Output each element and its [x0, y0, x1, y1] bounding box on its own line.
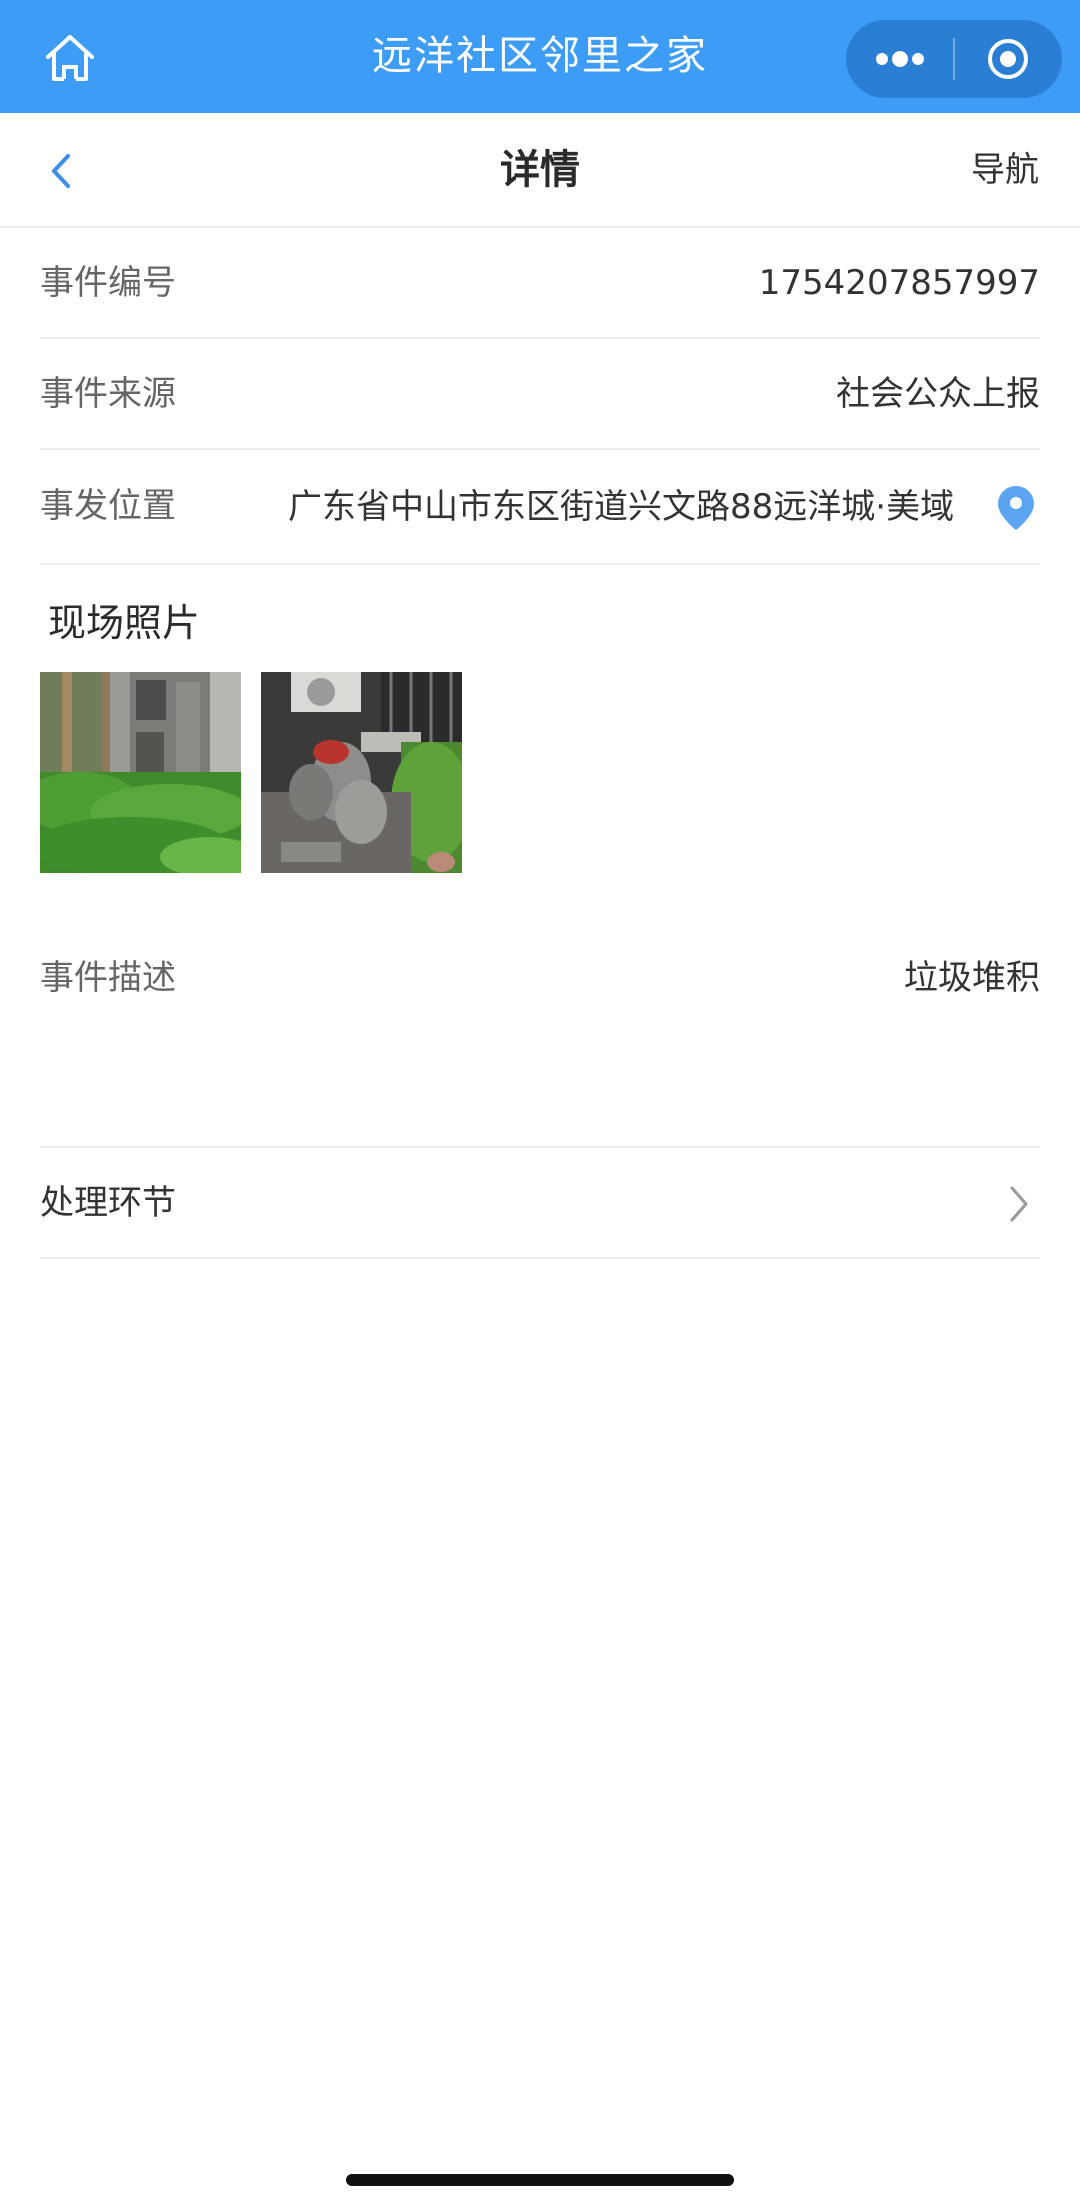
chevron-right-icon	[1010, 1186, 1028, 1222]
photos-section-title: 现场照片	[48, 601, 201, 645]
process-label: 处理环节	[40, 1183, 176, 1223]
event-source-value: 社会公众上报	[836, 374, 1040, 414]
page-title: 详情	[500, 147, 580, 193]
event-location-label: 事发位置	[40, 486, 176, 526]
event-description-row: 事件描述 垃圾堆积	[40, 920, 1040, 1148]
home-indicator[interactable]	[346, 2174, 734, 2186]
close-button[interactable]	[954, 20, 1062, 98]
event-location-row[interactable]: 事发位置 广东省中山市东区街道兴文路88远洋城·美域	[40, 450, 1040, 565]
event-description-value: 垃圾堆积	[904, 958, 1040, 998]
event-description-label: 事件描述	[40, 958, 176, 998]
photo-image-2	[261, 672, 462, 873]
photo-image-1	[40, 672, 241, 873]
event-number-label: 事件编号	[40, 263, 176, 303]
event-source-row: 事件来源 社会公众上报	[40, 339, 1040, 450]
event-location-value: 广东省中山市东区街道兴文路88远洋城·美域	[288, 487, 955, 527]
scene-photo-2[interactable]	[261, 672, 462, 873]
map-pin-icon[interactable]	[996, 484, 1036, 532]
process-row[interactable]: 处理环节	[40, 1148, 1040, 1259]
target-close-icon	[988, 39, 1028, 79]
event-source-label: 事件来源	[40, 374, 176, 414]
capsule-menu	[846, 20, 1062, 98]
more-button[interactable]	[846, 20, 954, 98]
navigate-button[interactable]: 导航	[971, 113, 1039, 228]
scene-photo-1[interactable]	[40, 672, 241, 873]
nav-bar: 详情 导航	[0, 113, 1080, 228]
more-dots-icon	[876, 51, 924, 67]
event-number-value: 1754207857997	[758, 263, 1040, 303]
app-header: 远洋社区邻里之家	[0, 0, 1080, 113]
event-number-row: 事件编号 1754207857997	[40, 228, 1040, 339]
